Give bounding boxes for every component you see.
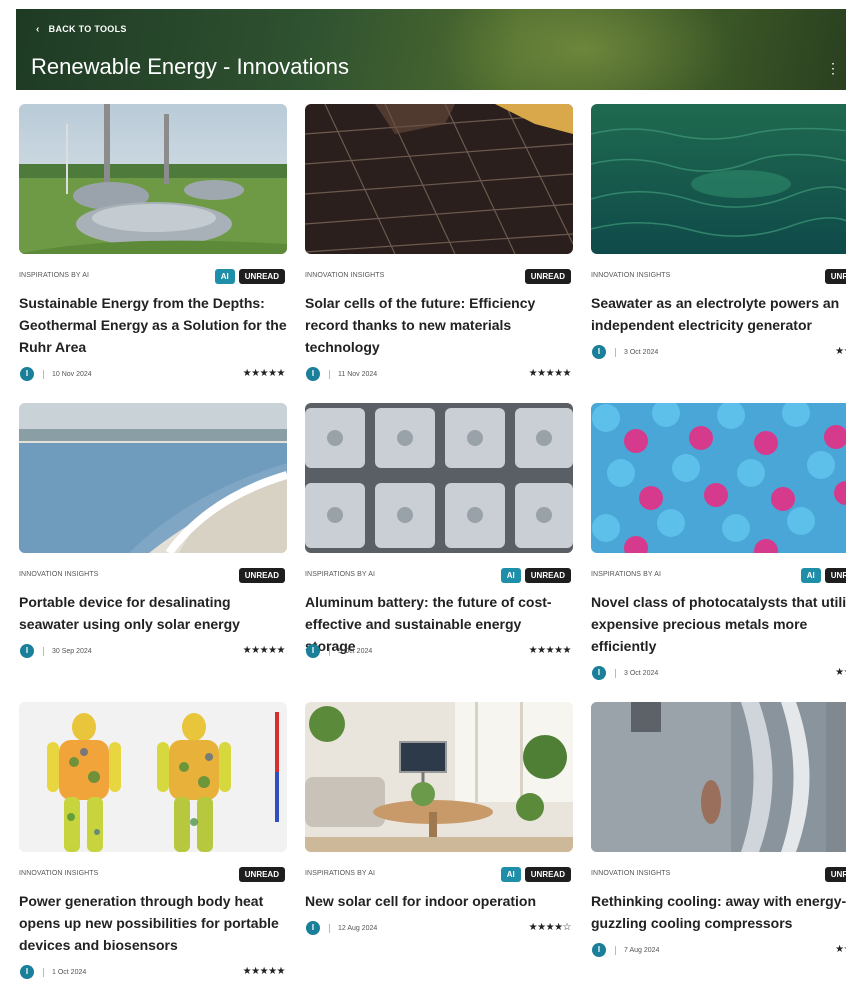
article-thumbnail (305, 702, 573, 852)
card-title[interactable]: Novel class of photocatalysts that utili… (591, 591, 846, 657)
kebab-menu-icon[interactable]: ⋮ (826, 61, 840, 75)
article-card[interactable]: INSPIRATIONS BY AI AI UNREAD Novel class… (591, 403, 846, 693)
rating-stars: ★★★★★ (242, 966, 286, 977)
article-thumbnail (305, 104, 573, 254)
card-date: 11 Nov 2024 (329, 370, 377, 379)
article-card[interactable]: INNOVATION INSIGHTS UNREAD Seawater as a… (591, 104, 846, 404)
unread-badge: UNREAD (824, 269, 846, 284)
unread-badge: UNREAD (524, 269, 571, 284)
unread-badge: UNREAD (238, 269, 285, 284)
unread-badge: UNREAD (524, 867, 571, 882)
card-meta: INSPIRATIONS BY AI AI UNREAD (305, 867, 573, 883)
card-date: 7 Aug 2024 (615, 946, 659, 955)
unread-badge: UNREAD (238, 568, 285, 583)
card-title[interactable]: Sustainable Energy from the Depths: Geot… (19, 292, 287, 358)
rating-stars: ★★★★ (835, 944, 846, 955)
card-footer: I 3 Oct 2024 ★★★★ (591, 345, 846, 361)
unread-badge: UNREAD (824, 568, 846, 583)
ai-badge: AI (500, 568, 521, 583)
card-date: 12 Aug 2024 (329, 924, 377, 933)
card-category: INSPIRATIONS BY AI (305, 571, 376, 578)
card-category: INSPIRATIONS BY AI (591, 571, 662, 578)
card-footer: I 30 Sep 2024 ★★★★★ (19, 644, 287, 660)
card-footer: I 10 Nov 2024 ★★★★★ (19, 367, 287, 383)
card-date: 30 Sep 2024 (43, 647, 92, 656)
card-meta: INNOVATION INSIGHTS UNREAD (19, 867, 287, 883)
card-category: INNOVATION INSIGHTS (305, 272, 385, 279)
card-category: INSPIRATIONS BY AI (305, 870, 376, 877)
card-category: INSPIRATIONS BY AI (19, 272, 90, 279)
card-title[interactable]: Solar cells of the future: Efficiency re… (305, 292, 573, 358)
article-thumbnail (19, 104, 287, 254)
card-category: INNOVATION INSIGHTS (19, 870, 99, 877)
card-meta: INNOVATION INSIGHTS UNREAD (591, 867, 846, 883)
card-footer: I 3 Oct 2024 ★★★★ (591, 666, 846, 682)
ai-badge: AI (500, 867, 521, 882)
ai-badge: AI (214, 269, 235, 284)
back-label: BACK TO TOOLS (48, 24, 127, 34)
card-date: 5 Oct 2024 (329, 647, 372, 656)
avatar: I (306, 644, 320, 658)
avatar: I (20, 644, 34, 658)
unread-badge: UNREAD (824, 867, 846, 882)
card-footer: I 7 Aug 2024 ★★★★ (591, 943, 846, 959)
card-category: INNOVATION INSIGHTS (19, 571, 99, 578)
card-meta: INSPIRATIONS BY AI AI UNREAD (305, 568, 573, 584)
article-thumbnail (19, 702, 287, 852)
card-category: INNOVATION INSIGHTS (591, 870, 671, 877)
card-title[interactable]: Rethinking cooling: away with energy-guz… (591, 890, 846, 934)
rating-stars: ★★★★★ (528, 368, 572, 379)
card-meta: INSPIRATIONS BY AI AI UNREAD (591, 568, 846, 584)
card-meta: INSPIRATIONS BY AI AI UNREAD (19, 269, 287, 285)
page-title: Renewable Energy - Innovations (31, 54, 349, 79)
rating-stars: ★★★★☆ (528, 922, 572, 933)
card-footer: I 11 Nov 2024 ★★★★★ (305, 367, 573, 383)
avatar: I (20, 367, 34, 381)
page-header: ‹ BACK TO TOOLS Renewable Energy - Innova… (16, 9, 846, 90)
avatar: I (306, 367, 320, 381)
article-thumbnail (591, 104, 846, 254)
card-date: 3 Oct 2024 (615, 348, 658, 357)
rating-stars: ★★★★ (835, 346, 846, 357)
rating-stars: ★★★★★ (242, 645, 286, 656)
avatar: I (592, 345, 606, 359)
card-title[interactable]: Power generation through body heat opens… (19, 890, 287, 956)
avatar: I (592, 666, 606, 680)
back-to-tools-link[interactable]: ‹ BACK TO TOOLS (36, 24, 127, 35)
article-thumbnail (19, 403, 287, 553)
rating-stars: ★★★★★ (242, 368, 286, 379)
card-category: INNOVATION INSIGHTS (591, 272, 671, 279)
chevron-left-icon: ‹ (36, 24, 40, 35)
avatar: I (592, 943, 606, 957)
card-title[interactable]: Seawater as an electrolyte powers an ind… (591, 292, 846, 336)
card-footer: I 5 Oct 2024 ★★★★★ (305, 644, 573, 660)
article-card[interactable]: INNOVATION INSIGHTS UNREAD Rethinking co… (591, 702, 846, 979)
avatar: I (306, 921, 320, 935)
card-title[interactable]: Portable device for desalinating seawate… (19, 591, 287, 635)
ai-badge: AI (800, 568, 821, 583)
unread-badge: UNREAD (524, 568, 571, 583)
card-date: 3 Oct 2024 (615, 669, 658, 678)
article-thumbnail (591, 403, 846, 553)
card-footer: I 12 Aug 2024 ★★★★☆ (305, 921, 573, 937)
card-title[interactable]: New solar cell for indoor operation (305, 890, 573, 912)
card-date: 10 Nov 2024 (43, 370, 92, 379)
article-thumbnail (591, 702, 846, 852)
avatar: I (20, 965, 34, 979)
unread-badge: UNREAD (238, 867, 285, 882)
rating-stars: ★★★★ (835, 667, 846, 678)
card-date: 1 Oct 2024 (43, 968, 86, 977)
rating-stars: ★★★★★ (528, 645, 572, 656)
card-meta: INNOVATION INSIGHTS UNREAD (305, 269, 573, 285)
article-thumbnail (305, 403, 573, 553)
card-meta: INNOVATION INSIGHTS UNREAD (19, 568, 287, 584)
card-meta: INNOVATION INSIGHTS UNREAD (591, 269, 846, 285)
